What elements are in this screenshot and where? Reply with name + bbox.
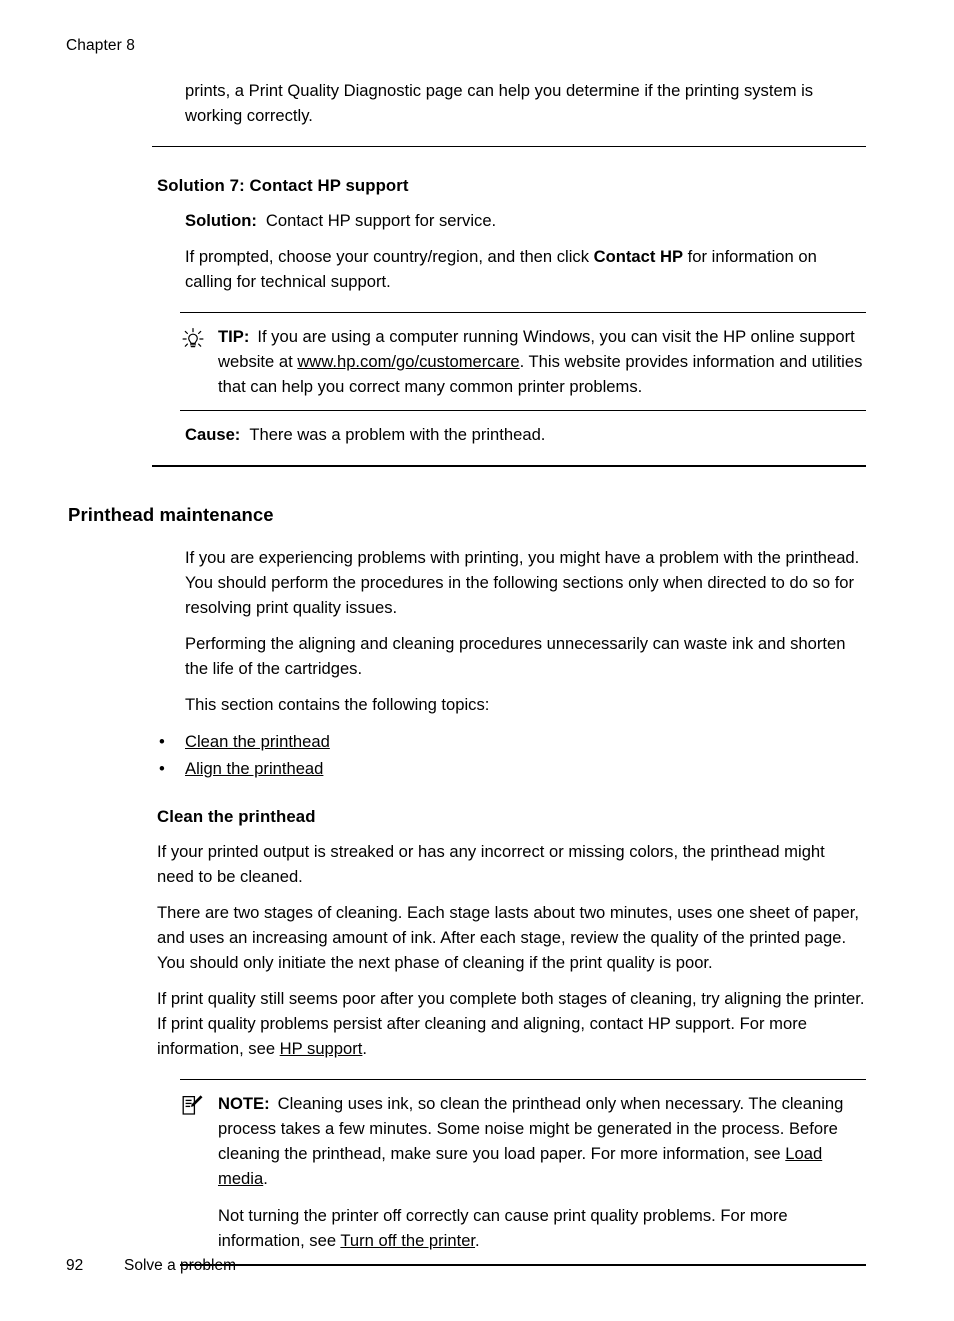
if-prompted-text-part1: If prompted, choose your country/region,… [185,247,594,266]
if-prompted-paragraph: If prompted, choose your country/region,… [185,244,866,294]
note-paragraph-2: Not turning the printer off correctly ca… [218,1203,866,1253]
printhead-maintenance-heading: Printhead maintenance [68,504,274,525]
bullet-glyph-icon: • [159,732,165,751]
note-text-part2: . [263,1169,268,1188]
solution-7-heading: Solution 7: Contact HP support [157,176,409,195]
topic-link-align-the-printhead[interactable]: Align the printhead [185,759,323,778]
note-admonition: NOTE: Cleaning uses ink, so clean the pri… [180,1091,866,1253]
customercare-link[interactable]: www.hp.com/go/customercare [297,352,519,371]
tip-admonition: TIP: If you are using a computer running … [180,324,866,399]
note-text-part1: Cleaning uses ink, so clean the printhea… [218,1094,844,1163]
topics-intro-paragraph: This section contains the following topi… [185,695,490,714]
printhead-maintenance-paragraph-1: If you are experiencing problems with pr… [185,548,860,617]
topics-list: • Clean the printhead • Align the printh… [157,728,954,782]
note-rule-bottom [180,1264,866,1266]
cause-label: Cause: [185,425,241,444]
note-pencil-icon [180,1094,210,1118]
clean-printhead-paragraph-3: If print quality still seems poor after … [157,986,866,1061]
note-second-part2: . [475,1231,480,1250]
solution-label: Solution: [185,211,257,230]
document-page: Chapter 8 prints, a Print Quality Diagno… [0,0,954,1321]
clean-printhead-p3-part2: . [362,1039,368,1058]
clean-the-printhead-heading: Clean the printhead [157,807,316,826]
continued-paragraph: prints, a Print Quality Diagnostic page … [185,81,814,125]
note-paragraph-1: NOTE: Cleaning uses ink, so clean the pri… [218,1091,866,1191]
topic-link-clean-the-printhead[interactable]: Clean the printhead [185,732,330,751]
note-body: NOTE: Cleaning uses ink, so clean the pri… [180,1091,866,1253]
solution-label-paragraph: Solution: Contact HP support for service. [185,208,866,233]
page-footer: 92 Solve a problem [66,1256,236,1276]
footer-page-number: 92 [66,1257,84,1274]
note-keyword: NOTE: [218,1094,270,1113]
list-item[interactable]: • Align the printhead [157,755,954,782]
contact-hp-bold: Contact HP [593,247,684,266]
cause-text: There was a problem with the printhead. [249,425,546,444]
clean-printhead-p3-part1: If print quality still seems poor after … [157,989,865,1058]
tip-paragraph: TIP: If you are using a computer running … [218,324,866,399]
bullet-glyph-icon: • [159,759,165,778]
turn-off-the-printer-link[interactable]: Turn off the printer [340,1231,475,1250]
lightbulb-icon [180,327,210,351]
printhead-maintenance-paragraph-2: Performing the aligning and cleaning pro… [185,634,846,678]
cause-paragraph: Cause: There was a problem with the print… [185,422,866,447]
clean-printhead-paragraph-2: There are two stages of cleaning. Each s… [157,903,859,972]
solution-text: Contact HP support for service. [265,211,497,230]
tip-body: TIP: If you are using a computer running … [180,324,866,399]
note-second-part1: Not turning the printer off correctly ca… [218,1206,788,1250]
hp-support-link[interactable]: HP support [280,1039,363,1058]
tip-keyword: TIP: [218,327,250,346]
page-content: prints, a Print Quality Diagnostic page … [0,78,954,1266]
chapter-running-head: Chapter 8 [66,37,135,54]
footer-section-title: Solve a problem [124,1257,237,1274]
clean-printhead-paragraph-1: If your printed output is streaked or ha… [157,842,825,886]
list-item[interactable]: • Clean the printhead [157,728,954,755]
